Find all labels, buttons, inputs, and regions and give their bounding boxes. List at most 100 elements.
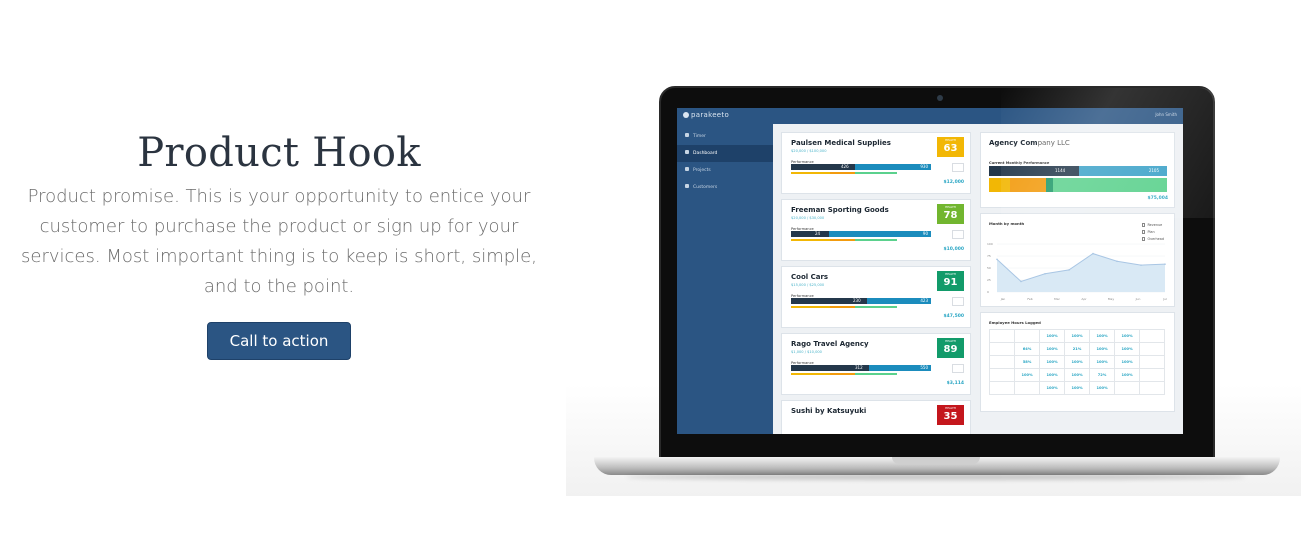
client-budget: $15,000 / $25,000	[791, 283, 825, 287]
agency-segment-0	[989, 178, 1011, 192]
under-green	[855, 373, 898, 375]
target-box	[952, 163, 964, 172]
under-orange	[830, 172, 856, 174]
hours-title: Employee Hours Logged	[989, 320, 1041, 325]
client-card[interactable]: Sushi by Katsuyuki HEALTH 35	[781, 400, 971, 434]
hours-cell: 100%	[1064, 329, 1090, 343]
under-yellow	[791, 239, 831, 241]
under-empty	[897, 172, 931, 174]
agency-segment-bar	[989, 178, 1167, 192]
app-sidebar: Timer Dashboard Projects Customers	[677, 124, 773, 434]
agency-title-bold: Agency Com	[989, 139, 1038, 147]
y-tick-label: 50	[987, 266, 991, 270]
hours-cell	[1139, 368, 1165, 382]
under-green	[855, 239, 898, 241]
hours-row: 64% 100% 21% 100% 100%	[989, 342, 1165, 356]
health-score-badge: HEALTH 78	[937, 204, 964, 224]
revenue-point	[1044, 272, 1046, 275]
y-tick-label: 0	[987, 290, 989, 294]
performance-value-target: 930	[920, 164, 928, 169]
health-score-badge: HEALTH 63	[937, 137, 964, 157]
hours-cell	[989, 381, 1015, 395]
hours-cell: 64%	[1014, 342, 1040, 356]
revenue-point	[1140, 264, 1142, 266]
performance-underline	[791, 239, 931, 241]
checkbox-icon	[1141, 230, 1146, 234]
hours-cell: 100%	[1114, 355, 1140, 369]
hours-cell: 100%	[1064, 381, 1090, 395]
client-card[interactable]: Rago Travel Agency $1,000 / $10,000 HEALTH…	[781, 333, 971, 395]
client-card[interactable]: Freeman Sporting Goods $20,000 / $30,000 H…	[781, 199, 971, 261]
hours-cell: 100%	[1114, 342, 1140, 356]
star-icon	[685, 167, 689, 171]
x-tick-label: Apr	[1081, 297, 1087, 301]
hours-cell	[1014, 329, 1040, 343]
client-amount: $12,000	[943, 180, 965, 185]
x-tick-label: Jun	[1135, 297, 1141, 301]
performance-value-target: 90	[922, 231, 928, 236]
revenue-area	[997, 253, 1165, 292]
agency-segment-3	[1053, 178, 1167, 192]
client-card[interactable]: Paulsen Medical Supplies $20,000 / $100,0…	[781, 132, 971, 194]
sidebar-item-timer[interactable]: Timer	[677, 128, 773, 145]
performance-bar-actual	[791, 231, 829, 237]
hours-cell: 100%	[1089, 329, 1115, 343]
sidebar-item-label: Projects	[693, 168, 711, 173]
hours-cell	[1139, 381, 1165, 395]
revenue-point	[1068, 269, 1070, 271]
sidebar-item-dashboard[interactable]: Dashboard	[677, 145, 773, 162]
target-box	[952, 230, 964, 239]
sidebar-item-customers[interactable]: Customers	[677, 179, 773, 196]
hours-cell: 100%	[1089, 355, 1115, 369]
hours-cell	[1139, 342, 1165, 356]
hours-cell: 100%	[1089, 381, 1115, 395]
client-amount: $10,000	[943, 247, 965, 252]
agency-title-light: pany LLC	[1037, 139, 1070, 147]
month-chart-plot: 100 75 50 25 0 Jan Feb Mar Apr May Jun Jul	[987, 242, 1167, 301]
hours-grid: 100% 100% 100% 100% 64% 100% 21% 100% 100% 58% 100…	[989, 329, 1165, 395]
performance-value-actual: 312	[855, 365, 863, 370]
performance-underline	[791, 306, 931, 308]
health-score: 89	[943, 344, 958, 355]
under-orange	[830, 373, 856, 375]
performance-bar: 426 930	[791, 164, 931, 170]
client-amount: $3,114	[946, 381, 964, 386]
agency-performance-label: Current Monthly Performance	[989, 161, 1050, 165]
agency-bar-value-actual: 1144	[1055, 168, 1066, 173]
legend-item[interactable]: Plan	[1141, 229, 1164, 236]
month-chart-legend: Revenue Plan Overhead	[1141, 222, 1164, 243]
sidebar-item-projects[interactable]: Projects	[677, 162, 773, 179]
client-name: Freeman Sporting Goods	[791, 206, 889, 214]
users-icon	[685, 184, 689, 188]
hours-row: 100% 100% 100% 72% 100%	[989, 368, 1165, 382]
hours-row: 100% 100% 100% 100%	[989, 329, 1165, 343]
legend-label: Overhead	[1147, 237, 1164, 241]
month-chart-title: Month by month	[989, 221, 1025, 226]
call-to-action-button[interactable]: Call to action	[207, 322, 351, 360]
client-name: Paulsen Medical Supplies	[791, 139, 891, 147]
client-budget: $20,000 / $100,000	[791, 149, 827, 153]
hours-cell: 100%	[1039, 368, 1065, 382]
legend-item[interactable]: Revenue	[1141, 222, 1164, 229]
hours-cell	[1139, 355, 1165, 369]
performance-value-actual: 230	[853, 298, 861, 303]
under-yellow	[791, 373, 831, 375]
health-score: 35	[943, 411, 958, 422]
hours-row: 100% 100% 100%	[989, 381, 1165, 395]
hours-cell: 100%	[1064, 355, 1090, 369]
month-chart-card: Month by month Revenue Plan Overhead 100 75…	[980, 213, 1175, 307]
hours-cell	[1014, 381, 1040, 395]
hours-cell	[1114, 381, 1140, 395]
clock-icon	[685, 133, 689, 137]
under-empty	[897, 373, 931, 375]
client-amount: $47,500	[943, 314, 965, 319]
x-tick-label: Mar	[1054, 297, 1060, 301]
health-score-badge: HEALTH 91	[937, 271, 964, 291]
performance-underline	[791, 172, 931, 174]
hours-cell	[989, 368, 1015, 382]
under-orange	[830, 306, 856, 308]
performance-bar: 312 550	[791, 365, 931, 371]
hours-cell	[989, 342, 1015, 356]
client-card[interactable]: Cool Cars $15,000 / $25,000 HEALTH 91 Perfor…	[781, 266, 971, 328]
client-name: Sushi by Katsuyuki	[791, 407, 867, 415]
